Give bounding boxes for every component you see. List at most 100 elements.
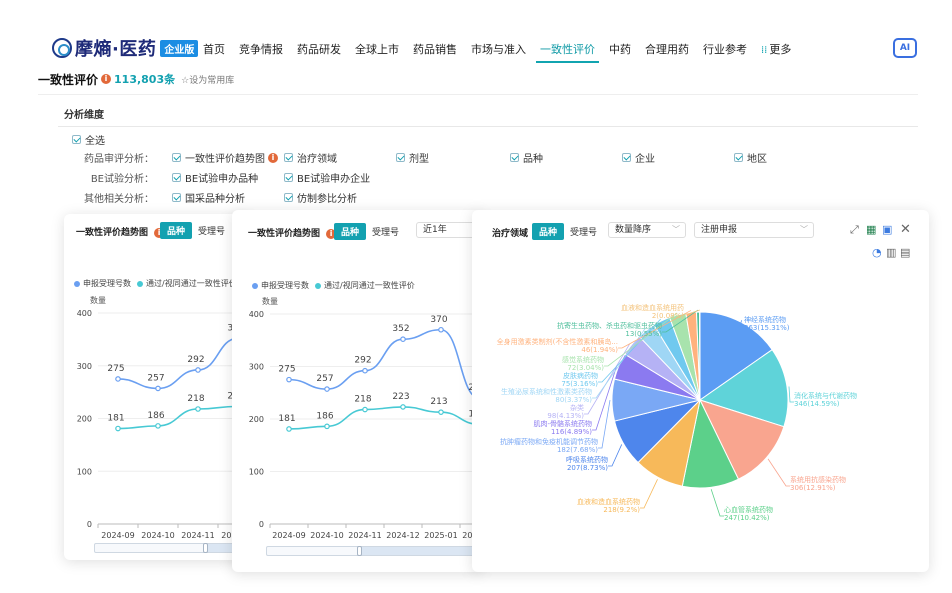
label-leader-line — [640, 479, 658, 509]
nav-more-label: 更多 — [769, 43, 792, 56]
data-label: 275 — [278, 365, 295, 375]
zoom-scrollbar[interactable] — [266, 546, 476, 556]
analysis-dimensions-panel: 分析维度 全选 药品审评分析： 一致性评价趋势图 i 治疗领域 剂型 品种 企业 … — [58, 102, 918, 212]
slice-value-label: 75(3.16%) — [561, 380, 598, 388]
label-leader-line — [598, 399, 611, 449]
nav-item-sales[interactable]: 药品销售 — [413, 41, 457, 65]
favorite-button[interactable]: ☆设为常用库 — [181, 73, 234, 86]
y-tick-label: 100 — [77, 467, 92, 476]
brand-name: 摩熵·医药 — [75, 39, 157, 60]
scroll-handle[interactable] — [203, 543, 208, 553]
option-dosage-form[interactable]: 剂型 — [396, 150, 429, 165]
data-point — [195, 367, 201, 373]
data-label: 223 — [392, 392, 409, 402]
checkbox-checked-icon — [734, 153, 743, 162]
trend-card-middle: 一致性评价趋势图 i 品种 受理号 近1年 申报受理号数 通过/视同通过一致性评… — [232, 210, 482, 572]
option-vbp[interactable]: 国采品种分析 — [172, 190, 245, 205]
slice-name-label: 血液和造血系统药物 — [577, 497, 640, 506]
ai-assistant-button[interactable]: AI — [893, 38, 917, 58]
nav-item-rd[interactable]: 药品研发 — [297, 41, 341, 65]
nav-item-tcm[interactable]: 中药 — [609, 41, 631, 65]
option-label: 国采品种分析 — [185, 194, 245, 205]
option-label: BE试验申办品种 — [185, 174, 259, 185]
info-icon: i — [268, 152, 278, 163]
y-tick-label: 300 — [77, 362, 92, 371]
slice-name-label: 肌肉-骨骼系统药物 — [533, 419, 592, 428]
grid-dots-icon: ⁞⁞ — [761, 45, 768, 56]
y-tick-label: 400 — [249, 310, 264, 319]
data-label: 292 — [354, 356, 371, 366]
option-variety[interactable]: 品种 — [510, 150, 543, 165]
checkbox-checked-icon — [510, 153, 519, 162]
trend-line-chart-2: 数量 0 100 200 300 400 2024-09 2024-10 2024-11 2024… — [249, 296, 482, 540]
slice-value-label: 116(4.89%) — [551, 428, 592, 436]
slice-name-label: 消化系统与代谢药物 — [794, 391, 857, 400]
nav-item-industry[interactable]: 行业参考 — [703, 41, 747, 65]
data-point — [438, 409, 444, 415]
y-axis-label: 数量 — [90, 295, 106, 305]
nav-item-home[interactable]: 首页 — [203, 41, 225, 65]
data-label: 370 — [430, 315, 447, 325]
x-tick-label: 2024-12 — [386, 531, 419, 540]
option-therapy-area[interactable]: 治疗领域 — [284, 150, 337, 165]
option-trend[interactable]: 一致性评价趋势图 i — [172, 150, 281, 165]
data-point — [324, 423, 330, 430]
zoom-scrollbar[interactable] — [94, 543, 244, 553]
x-tick-label: 2024-09 — [272, 531, 305, 540]
therapy-area-pie-chart: 神经系统药物363(15.31%) 消化系统与代谢药物346(14.59%) 系统用… — [497, 303, 857, 522]
slice-value-label: 247(10.42%) — [724, 514, 770, 522]
option-region[interactable]: 地区 — [734, 150, 767, 165]
label-leader-line — [710, 489, 724, 517]
edition-badge: 企业版 — [160, 39, 199, 57]
y-axis-label: 数量 — [262, 296, 278, 306]
nav-item-rational[interactable]: 合理用药 — [645, 41, 689, 65]
slice-value-label: 218(9.2%) — [603, 506, 640, 514]
checkbox-checked-icon — [396, 153, 405, 162]
data-point — [286, 426, 292, 432]
row-label-review: 药品审评分析： — [84, 154, 154, 165]
slice-value-label: 182(7.68%) — [557, 446, 598, 454]
data-point — [155, 385, 161, 392]
scroll-handle[interactable] — [357, 546, 362, 556]
nav-item-global[interactable]: 全球上市 — [355, 41, 399, 65]
record-count: 113,803条 — [114, 73, 176, 86]
slice-value-label: 363(15.31%) — [744, 324, 790, 332]
data-label: 352 — [392, 324, 409, 334]
y-tick-label: 200 — [249, 415, 264, 424]
label-leader-line — [767, 458, 790, 487]
data-label: 213 — [430, 397, 447, 407]
nav-item-more[interactable]: ⁞⁞ 更多 — [761, 41, 791, 65]
data-label: 275 — [107, 364, 124, 374]
series-line — [117, 337, 239, 390]
slice-value-label: 46(1.94%) — [581, 346, 618, 354]
x-tick-label: 2024-10 — [310, 531, 343, 540]
page-title: 一致性评价 — [38, 72, 99, 87]
x-tick-label: 2024-10 — [141, 531, 174, 540]
nav-item-consistency[interactable]: 一致性评价 — [536, 41, 599, 65]
option-company[interactable]: 企业 — [622, 150, 655, 165]
scroll-range — [359, 547, 475, 555]
option-label: 剂型 — [409, 154, 429, 165]
slice-value-label: 72(3.04%) — [567, 364, 604, 372]
data-point — [286, 376, 292, 383]
info-icon[interactable]: i — [101, 74, 112, 84]
therapy-area-card: 治疗领域 品种 受理号 数量降序 ﹀ 注册申报 ﹀ ⤢ ▦ ▣ ✕ ◔ ▥ ▤ 神经… — [472, 210, 929, 572]
x-tick-label: 2025-01 — [424, 531, 457, 540]
option-label: 一致性评价趋势图 — [185, 154, 265, 165]
nav-item-market[interactable]: 市场与准入 — [471, 41, 526, 65]
slice-value-label: 306(12.91%) — [790, 484, 836, 492]
slice-name-label: 神经系统药物 — [744, 315, 786, 324]
option-be-company[interactable]: BE试验申办企业 — [284, 170, 370, 185]
series-line — [288, 328, 480, 399]
checkbox-checked-icon — [172, 153, 181, 162]
option-be-variety[interactable]: BE试验申办品种 — [172, 170, 258, 185]
y-tick-label: 0 — [259, 520, 264, 529]
data-point — [400, 336, 406, 343]
data-label: 218 — [187, 394, 204, 404]
select-all-checkbox[interactable]: 全选 — [72, 132, 105, 147]
nav-item-competition[interactable]: 竞争情报 — [239, 41, 283, 65]
brand-logo[interactable]: 摩熵·医药 企业版 — [52, 36, 199, 60]
option-reference[interactable]: 仿制参比分析 — [284, 190, 357, 205]
page-header: 一致性评价 i 113,803条 ☆设为常用库 — [38, 68, 234, 90]
slice-name-label: 血液和造血系统用药 — [621, 303, 684, 312]
